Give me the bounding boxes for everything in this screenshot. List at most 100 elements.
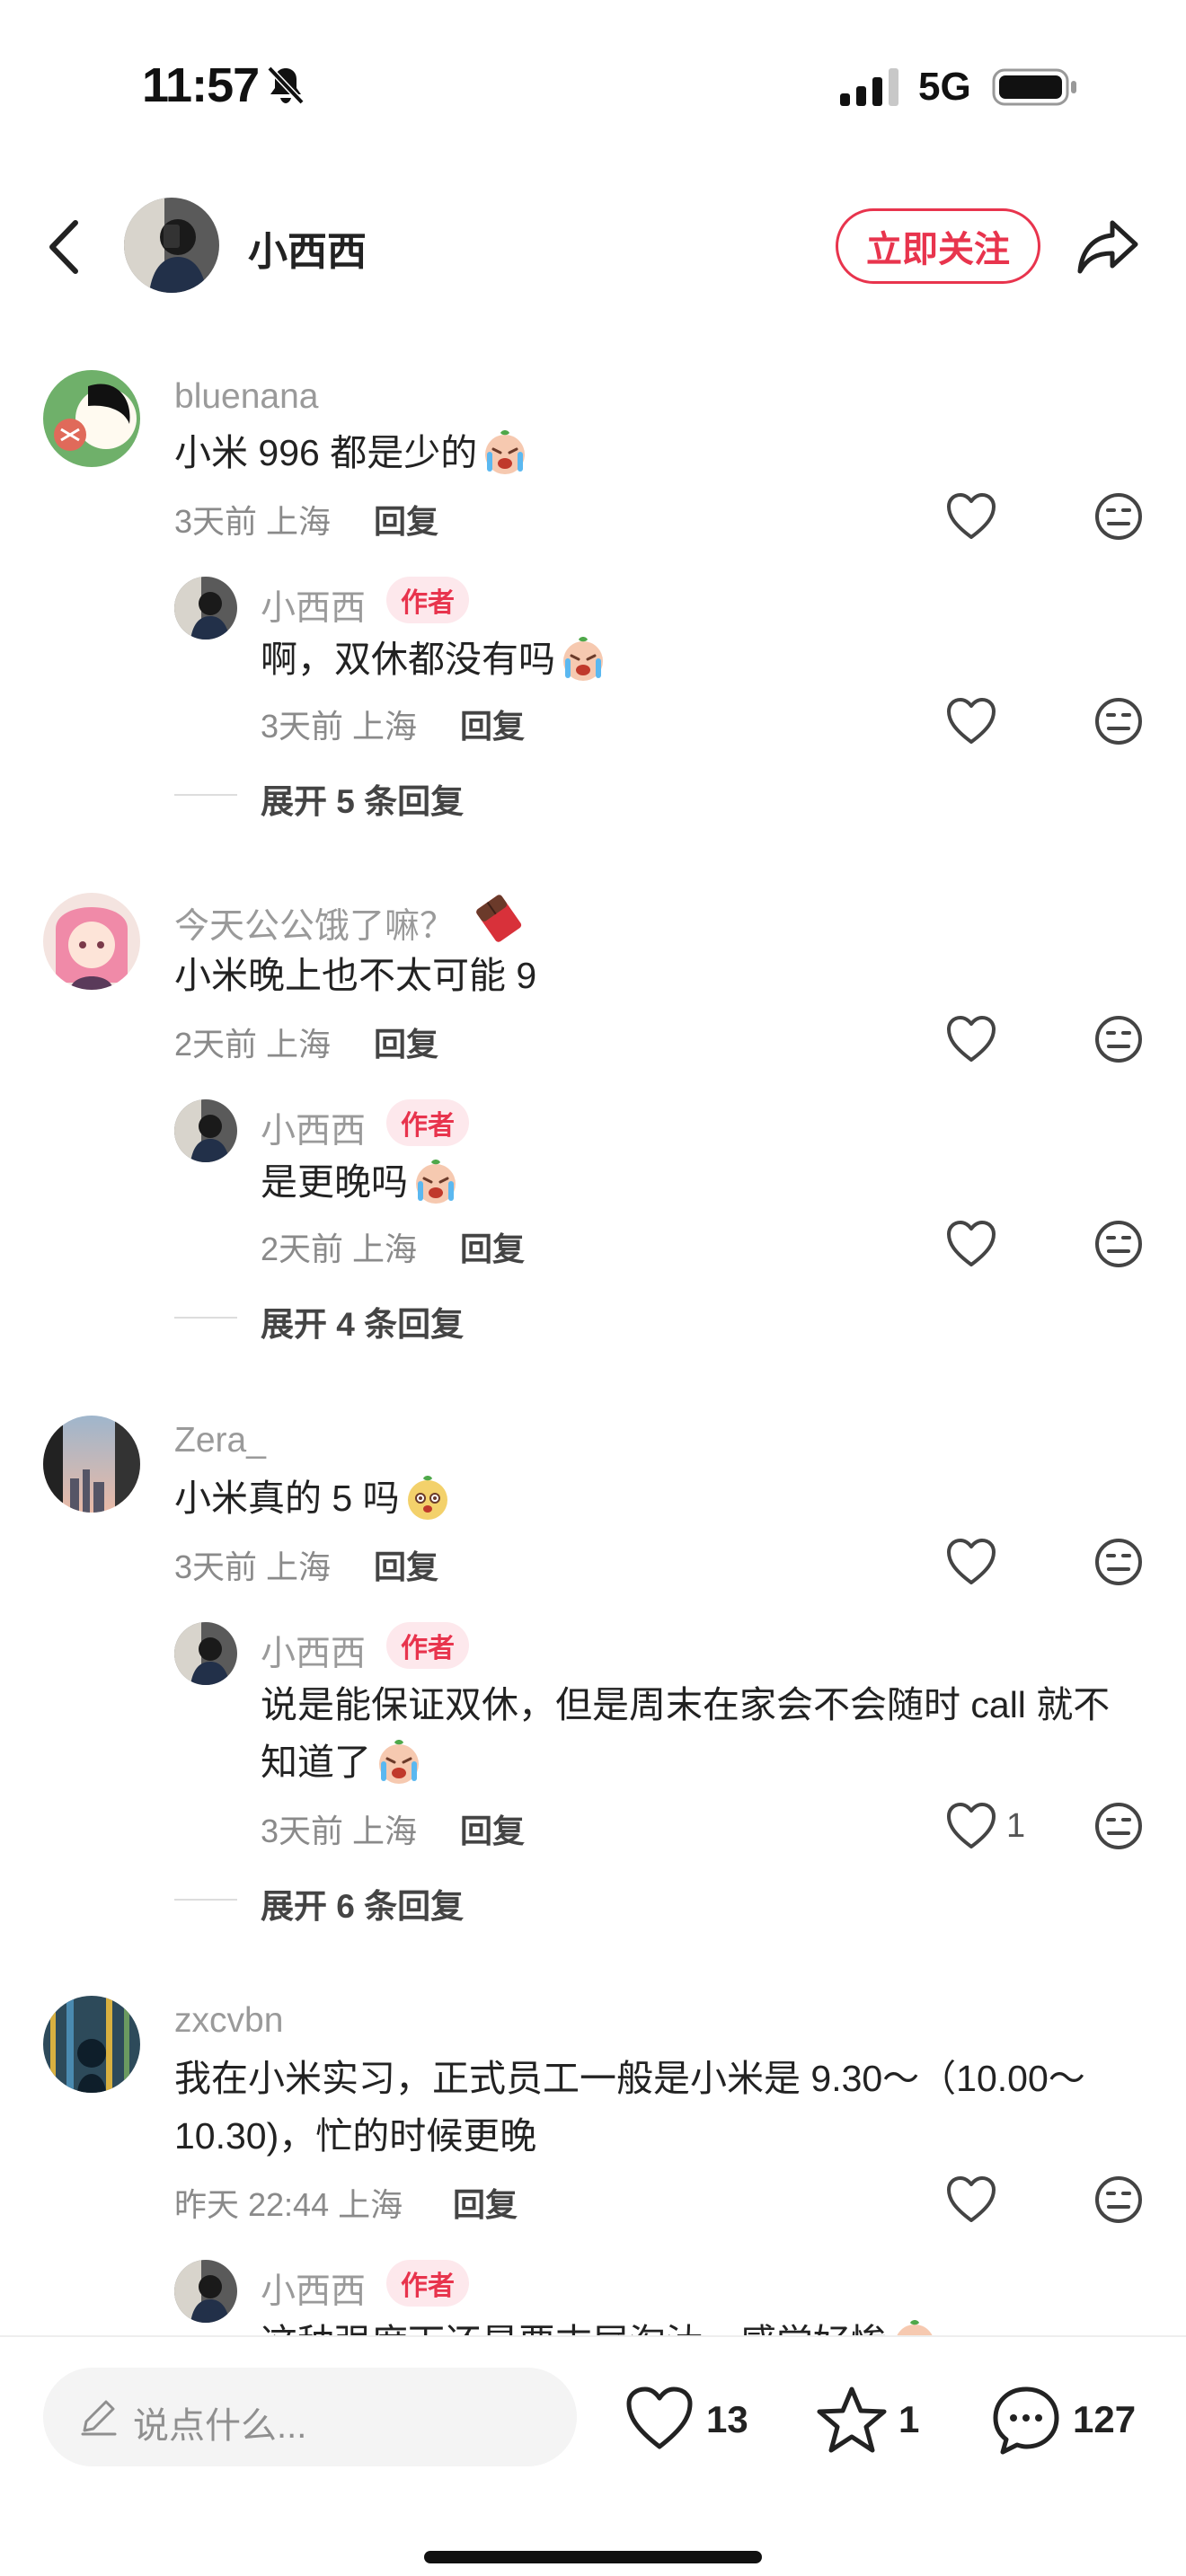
reply-text-body: 啊，双休都没有吗: [261, 639, 555, 680]
meh-face-icon[interactable]: [1094, 697, 1143, 745]
author-avatar[interactable]: [124, 198, 219, 293]
comment-username[interactable]: bluenana: [174, 377, 319, 417]
avatar[interactable]: [43, 893, 140, 990]
back-icon[interactable]: [43, 216, 88, 278]
author-tag: 作者: [386, 1622, 469, 1669]
comment-input[interactable]: 说点什么...: [43, 2368, 577, 2466]
heart-icon[interactable]: [945, 1220, 997, 1268]
reply-avatar[interactable]: [174, 1622, 237, 1685]
network-label: 5G: [918, 65, 971, 109]
collect-count: 1: [898, 2398, 920, 2440]
follow-button[interactable]: 立即关注: [836, 208, 1040, 284]
meh-face-icon[interactable]: [1094, 492, 1143, 541]
comment-meta: 2天前 上海: [174, 1019, 331, 1065]
star-icon: [817, 2386, 887, 2453]
surprised-emoji-icon: [403, 1473, 452, 1522]
meh-face-icon[interactable]: [1094, 1538, 1143, 1586]
reply-button[interactable]: 回复: [374, 496, 438, 543]
comment-time: 3天前: [174, 503, 258, 540]
reply-avatar[interactable]: [174, 577, 237, 640]
meh-face-icon[interactable]: [1094, 1220, 1143, 1268]
signal-icon: [840, 68, 898, 106]
reply-time: 3天前: [261, 708, 344, 745]
comment-text-line1: 我在小米实习，正式员工一般是小米是 9.30～（10.00～: [174, 2058, 1085, 2099]
reply-location: 上海: [352, 708, 418, 745]
comment-location: 上海: [266, 1548, 332, 1585]
reply-text-body: 知道了: [261, 1742, 371, 1783]
comment-username[interactable]: zxcvbn: [174, 2001, 283, 2041]
header: 小西西 立即关注: [0, 180, 1186, 314]
author-name: 小西西: [248, 230, 367, 274]
comment-text: 小米 996 都是少的: [174, 424, 529, 481]
crying-emoji-icon: [412, 1157, 460, 1205]
avatar[interactable]: [43, 1416, 140, 1513]
reply-meta: 2天前 上海: [261, 1223, 417, 1270]
battery-icon: [992, 68, 1076, 106]
heart-icon[interactable]: [945, 1802, 997, 1850]
author-tag: 作者: [386, 2260, 469, 2307]
heart-icon[interactable]: [945, 492, 997, 541]
chat-bubble-icon: [993, 2386, 1059, 2455]
reply-button[interactable]: 回复: [374, 1541, 438, 1588]
comment-meta: 3天前 上海: [174, 496, 331, 543]
pencil-icon: [81, 2400, 117, 2436]
status-bar: 11:57 5G: [0, 0, 1186, 171]
crying-emoji-icon: [481, 428, 529, 476]
comment-username[interactable]: 今天公公饿了嘛？: [174, 898, 455, 948]
reply-username[interactable]: 小西西: [261, 1626, 366, 1676]
expand-replies-button[interactable]: 展开 6 条回复: [261, 1879, 464, 1928]
home-indicator: [424, 2551, 762, 2563]
collect-button[interactable]: 1: [816, 2384, 933, 2456]
meh-face-icon[interactable]: [1094, 1015, 1143, 1063]
expand-replies-button[interactable]: 展开 5 条回复: [261, 774, 464, 823]
avatar[interactable]: [43, 370, 140, 467]
status-time: 11:57: [142, 58, 260, 112]
comment-text-line2: 10.30)，忙的时候更晚: [174, 2115, 537, 2157]
chocolate-emoji-icon: [476, 895, 522, 942]
like-button[interactable]: 13: [624, 2384, 758, 2456]
heart-icon[interactable]: [945, 2175, 997, 2224]
reply-location: 上海: [352, 1813, 418, 1849]
heart-icon[interactable]: [945, 1538, 997, 1586]
comment-time: 3天前: [174, 1548, 258, 1585]
comment-location: 上海: [338, 2186, 403, 2223]
comment-text-body: 小米 996 都是少的: [174, 432, 478, 473]
reply-button[interactable]: 回复: [453, 2179, 518, 2226]
meh-face-icon[interactable]: [1094, 1802, 1143, 1850]
comment-button[interactable]: 127: [990, 2384, 1152, 2456]
comment-count: 127: [1073, 2398, 1137, 2440]
expand-replies-button[interactable]: 展开 4 条回复: [261, 1297, 464, 1345]
like-count: 1: [1006, 1807, 1026, 1845]
avatar[interactable]: [43, 1996, 140, 2093]
heart-icon[interactable]: [945, 1015, 997, 1063]
heart-icon: [626, 2386, 693, 2449]
reply-text: 是更晚吗: [261, 1153, 460, 1211]
reply-meta: 3天前 上海: [261, 701, 417, 747]
bell-slash-icon: [267, 66, 305, 105]
comment-username[interactable]: Zera_: [174, 1421, 266, 1460]
reply-username[interactable]: 小西西: [261, 1103, 366, 1153]
reply-avatar[interactable]: [174, 2260, 237, 2323]
input-placeholder: 说点什么...: [133, 2406, 307, 2446]
bottom-action-bar: 说点什么... 13 1 127: [0, 2335, 1186, 2576]
comment-time: 昨天 22:44: [174, 2186, 330, 2223]
reply-location: 上海: [352, 1231, 418, 1267]
share-icon[interactable]: [1075, 216, 1141, 278]
heart-icon[interactable]: [945, 697, 997, 745]
reply-text-body: 是更晚吗: [261, 1161, 408, 1203]
reply-text-line2: 知道了: [261, 1734, 423, 1791]
reply-username[interactable]: 小西西: [261, 2263, 366, 2314]
reply-meta: 3天前 上海: [261, 1805, 417, 1852]
crying-emoji-icon: [559, 634, 607, 683]
reply-button[interactable]: 回复: [460, 1223, 525, 1270]
reply-button[interactable]: 回复: [460, 701, 525, 747]
reply-text-line1: 说是能保证双休，但是周末在家会不会随时 call 就不: [261, 1684, 1111, 1725]
author-tag: 作者: [386, 577, 469, 623]
expand-divider: [174, 1317, 237, 1319]
reply-avatar[interactable]: [174, 1099, 237, 1162]
reply-username[interactable]: 小西西: [261, 580, 366, 631]
reply-button[interactable]: 回复: [460, 1805, 525, 1852]
meh-face-icon[interactable]: [1094, 2175, 1143, 2224]
reply-button[interactable]: 回复: [374, 1019, 438, 1065]
comment-location: 上海: [266, 503, 332, 540]
